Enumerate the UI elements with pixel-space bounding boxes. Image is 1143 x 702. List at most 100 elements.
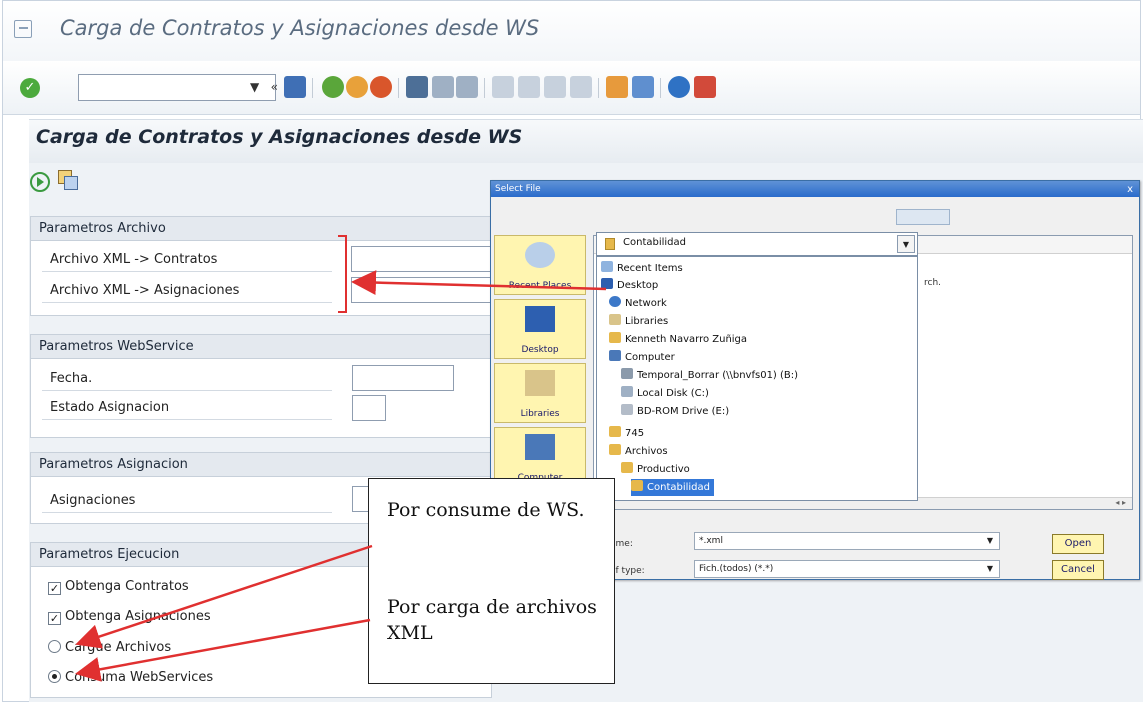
open-button[interactable]: Open xyxy=(1052,534,1104,554)
command-dropdown-icon[interactable]: ▼ « xyxy=(250,80,278,94)
new-session-icon[interactable] xyxy=(606,76,628,98)
view-tools-icon[interactable] xyxy=(896,209,950,225)
dropdown-item-label: Kenneth Navarro Zuñiga xyxy=(625,334,748,345)
dropdown-item-network[interactable]: Network xyxy=(609,295,667,312)
radio-label: Consuma WebServices xyxy=(65,670,214,685)
chevron-down-icon[interactable]: ▼ xyxy=(987,533,993,549)
next-page-icon[interactable] xyxy=(544,76,566,98)
place-label: Libraries xyxy=(520,409,560,419)
dropdown-item-label: Temporal_Borrar (\\bnvfs01) (B:) xyxy=(637,370,799,381)
enter-button[interactable]: ✓ xyxy=(20,78,40,98)
dialog-title-bar: Select File x xyxy=(491,181,1139,197)
place-libraries[interactable]: Libraries xyxy=(494,363,586,423)
dropdown-item-bd-rom[interactable]: BD-ROM Drive (E:) xyxy=(621,403,729,420)
field-label-asignaciones-param: Asignaciones xyxy=(42,489,332,513)
folder-icon xyxy=(609,444,621,455)
recent-items-icon xyxy=(601,261,613,272)
chevron-down-icon[interactable]: ▼ xyxy=(987,561,993,577)
find-next-icon[interactable] xyxy=(456,76,478,98)
dropdown-item-label: BD-ROM Drive (E:) xyxy=(637,406,730,417)
command-field[interactable] xyxy=(78,74,276,101)
obtenga-contratos-checkbox[interactable]: ✓ Obtenga Contratos xyxy=(48,576,189,598)
last-page-icon[interactable] xyxy=(570,76,592,98)
dropdown-item-label: Contabilidad xyxy=(647,482,710,493)
print-icon[interactable] xyxy=(406,76,428,98)
folder-icon xyxy=(609,426,621,437)
cancel-icon[interactable] xyxy=(370,76,392,98)
help-icon[interactable] xyxy=(668,76,690,98)
layout-menu-icon[interactable] xyxy=(694,76,716,98)
place-label: Recent Places xyxy=(508,281,572,291)
toolbar-separator xyxy=(484,78,485,98)
dropdown-item-recent-items[interactable]: Recent Items xyxy=(601,260,683,277)
asignaciones-file-input[interactable] xyxy=(351,277,491,303)
file-name-input[interactable]: *.xml ▼ xyxy=(694,532,1000,550)
radio-icon[interactable] xyxy=(48,640,61,653)
network-drive-icon xyxy=(621,368,633,379)
group-title: Parametros Archivo xyxy=(31,217,491,241)
dropdown-item-label: Local Disk (C:) xyxy=(637,388,709,399)
field-label-asignaciones: Archivo XML -> Asignaciones xyxy=(42,279,332,303)
chevron-down-icon[interactable]: ▼ xyxy=(897,235,915,253)
desktop-icon xyxy=(525,306,555,332)
look-in-combo[interactable]: Contabilidad ▼ xyxy=(596,232,918,256)
place-recent-places[interactable]: Recent Places xyxy=(494,235,586,295)
shortcut-icon[interactable] xyxy=(632,76,654,98)
group-title: Parametros WebService xyxy=(31,335,491,359)
toolbar-separator xyxy=(398,78,399,98)
checkbox-icon[interactable]: ✓ xyxy=(48,582,61,595)
consuma-webservices-radio[interactable]: Consuma WebServices xyxy=(48,667,213,689)
toolbar-separator xyxy=(598,78,599,98)
dropdown-item-label: Desktop xyxy=(617,280,659,291)
desktop-icon xyxy=(601,278,613,289)
execute-icon[interactable] xyxy=(30,172,50,192)
save-icon[interactable] xyxy=(284,76,306,98)
file-type-select[interactable]: Fich.(todos) (*.*) ▼ xyxy=(694,560,1000,578)
place-label: Desktop xyxy=(521,345,559,355)
cancel-button[interactable]: Cancel xyxy=(1052,560,1104,580)
get-variant-icon[interactable] xyxy=(58,170,78,190)
dropdown-item-libraries[interactable]: Libraries xyxy=(609,313,668,330)
dropdown-item-label: Network xyxy=(625,298,667,309)
radio-icon[interactable] xyxy=(48,670,61,683)
close-icon[interactable]: x xyxy=(1127,182,1133,198)
checkbox-icon[interactable]: ✓ xyxy=(48,612,61,625)
folder-icon xyxy=(631,480,643,491)
dropdown-item-desktop[interactable]: Desktop xyxy=(601,277,658,294)
fecha-input[interactable] xyxy=(352,365,454,391)
dropdown-item-label: Computer xyxy=(625,352,675,363)
cargue-archivos-radio[interactable]: Cargue Archivos xyxy=(48,637,171,659)
recent-places-icon xyxy=(525,242,555,268)
annotation-callout: Por consume de WS. Por carga de archivos… xyxy=(368,478,615,684)
window-menu-icon[interactable] xyxy=(14,20,32,38)
contratos-file-input[interactable] xyxy=(351,246,491,272)
back-icon[interactable] xyxy=(322,76,344,98)
previous-page-icon[interactable] xyxy=(518,76,540,98)
dropdown-item-745[interactable]: 745 xyxy=(609,425,644,442)
dropdown-item-contabilidad[interactable]: Contabilidad xyxy=(631,479,714,496)
find-icon[interactable] xyxy=(432,76,454,98)
scroll-arrows-icon[interactable]: ◂ ▸ xyxy=(1115,498,1126,507)
first-page-icon[interactable] xyxy=(492,76,514,98)
libraries-icon xyxy=(609,314,621,325)
dropdown-item-archivos[interactable]: Archivos xyxy=(609,443,668,460)
dropdown-item-local-disk[interactable]: Local Disk (C:) xyxy=(621,385,709,402)
radio-label: Cargue Archivos xyxy=(65,640,172,655)
places-bar: Recent Places Desktop Libraries Computer xyxy=(494,235,586,495)
dropdown-item-productivo[interactable]: Productivo xyxy=(621,461,690,478)
place-desktop[interactable]: Desktop xyxy=(494,299,586,359)
obtenga-asignaciones-checkbox[interactable]: ✓ Obtenga Asignaciones xyxy=(48,606,211,628)
callout-text-xml: Por carga de archivos XML xyxy=(387,596,597,644)
folder-icon xyxy=(605,238,615,250)
field-label-contratos: Archivo XML -> Contratos xyxy=(42,248,332,272)
exit-icon[interactable] xyxy=(346,76,368,98)
dropdown-item-label: Libraries xyxy=(625,316,669,327)
dropdown-item-network-drive[interactable]: Temporal_Borrar (\\bnvfs01) (B:) xyxy=(621,367,798,384)
group-title: Parametros Asignacion xyxy=(31,453,491,477)
checkbox-label: Obtenga Contratos xyxy=(65,579,189,594)
estado-asignacion-input[interactable] xyxy=(352,395,386,421)
dropdown-item-user[interactable]: Kenneth Navarro Zuñiga xyxy=(609,331,747,348)
callout-text-ws: Por consume de WS. xyxy=(387,499,585,521)
look-in-value: Contabilidad xyxy=(623,237,686,248)
dropdown-item-computer[interactable]: Computer xyxy=(609,349,675,366)
